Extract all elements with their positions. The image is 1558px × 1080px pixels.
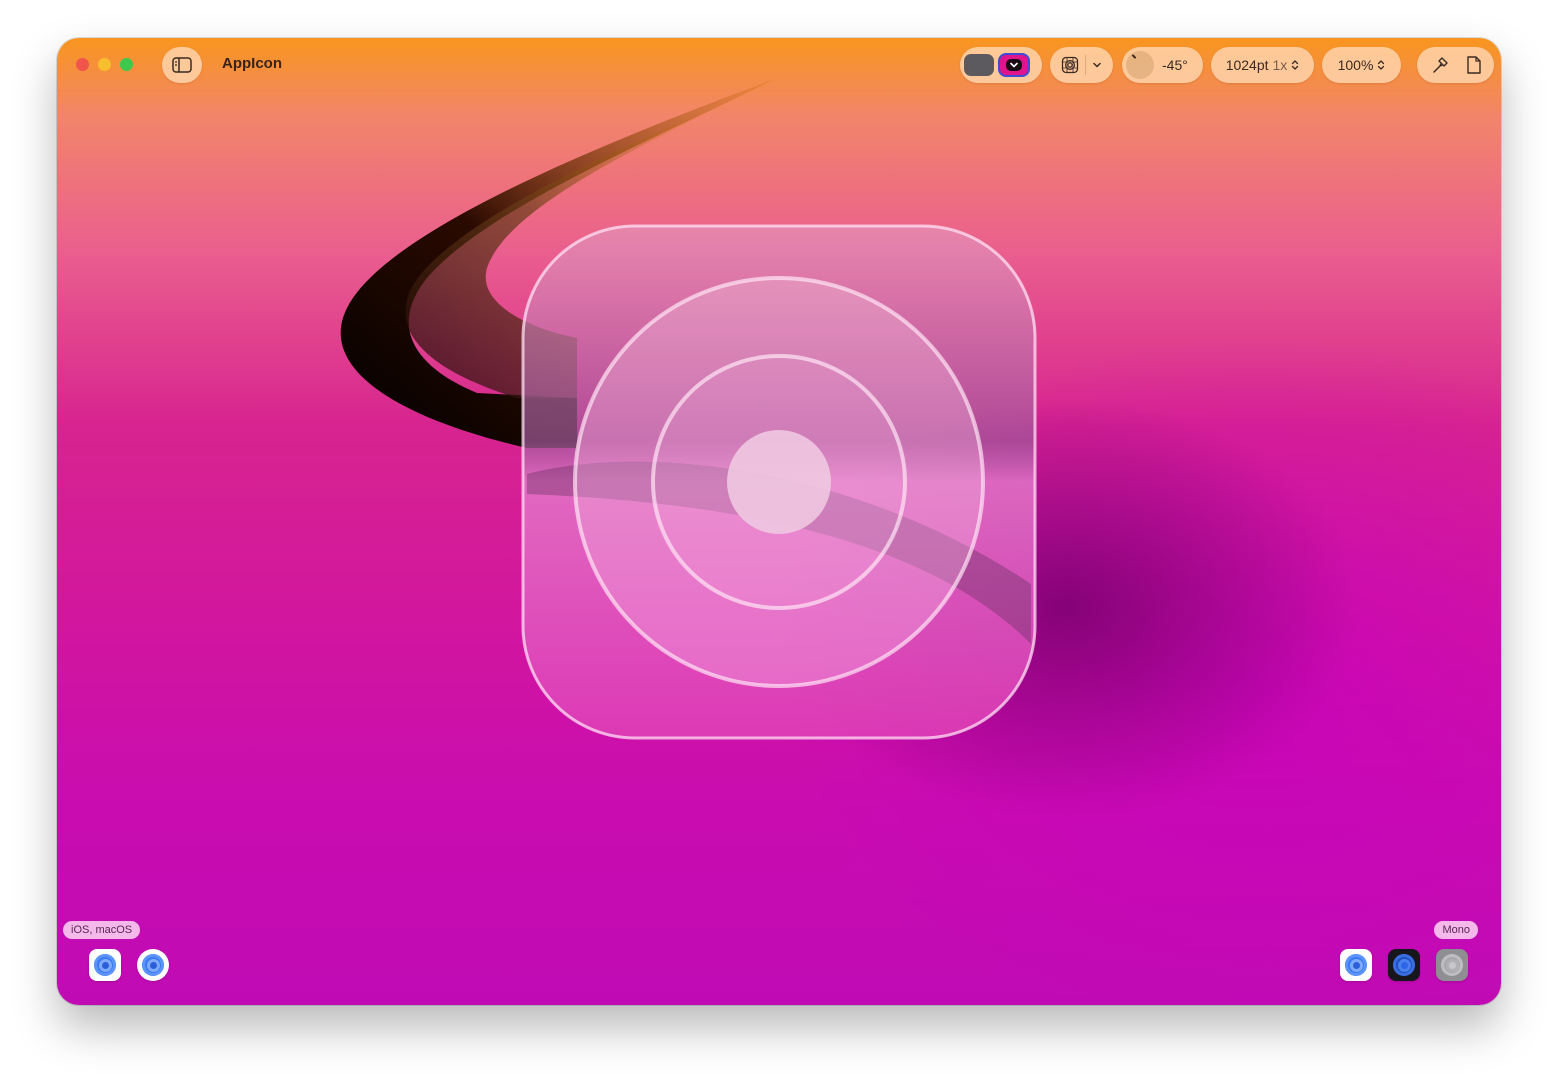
mono-appearance-preview[interactable] [1436,949,1468,981]
separator [1085,55,1086,75]
window-title: AppIcon [222,55,282,72]
inspector-tools [1417,47,1494,83]
hammer-icon[interactable] [1430,55,1450,75]
dark-appearance-option[interactable] [964,54,994,76]
platform-label-mono: Mono [1434,921,1478,939]
up-down-chevron-icon [1378,60,1385,70]
sidebar-toggle-icon [172,57,192,73]
document-icon[interactable] [1466,55,1482,75]
ios-icon-preview[interactable] [89,949,121,981]
size-label: 1024pt [1225,57,1269,73]
light-angle-control[interactable]: -45° [1122,47,1203,83]
chevron-down-icon [1010,62,1018,68]
icon-grid-icon [1061,56,1079,74]
tinted-appearance-option[interactable] [998,53,1030,77]
icon-size-selector[interactable]: 1024pt 1x [1211,47,1314,83]
dark-appearance-preview[interactable] [1388,949,1420,981]
window-controls [76,58,133,71]
light-angle-value: -45° [1162,57,1188,73]
up-down-chevron-icon [1292,60,1299,70]
appearance-segmented-control[interactable] [960,47,1042,83]
macos-icon-preview[interactable] [137,949,169,981]
zoom-label: 100% [1337,57,1374,73]
sidebar-toggle-button[interactable] [162,47,202,83]
chevron-down-icon [1093,62,1101,68]
minimize-window-button[interactable] [98,58,111,71]
app-icon-preview [521,224,1037,740]
light-angle-dial[interactable] [1126,51,1154,79]
app-window: AppIcon -45° 1024pt 1x 100% iOS, macOS M… [57,38,1501,1005]
default-appearance-preview[interactable] [1340,949,1372,981]
scale-label: 1x [1272,57,1288,73]
close-window-button[interactable] [76,58,89,71]
zoom-selector[interactable]: 100% [1322,47,1401,83]
platform-label-ios-macos: iOS, macOS [63,921,141,939]
zoom-window-button[interactable] [120,58,133,71]
icon-grid-dropdown[interactable] [1050,47,1113,83]
